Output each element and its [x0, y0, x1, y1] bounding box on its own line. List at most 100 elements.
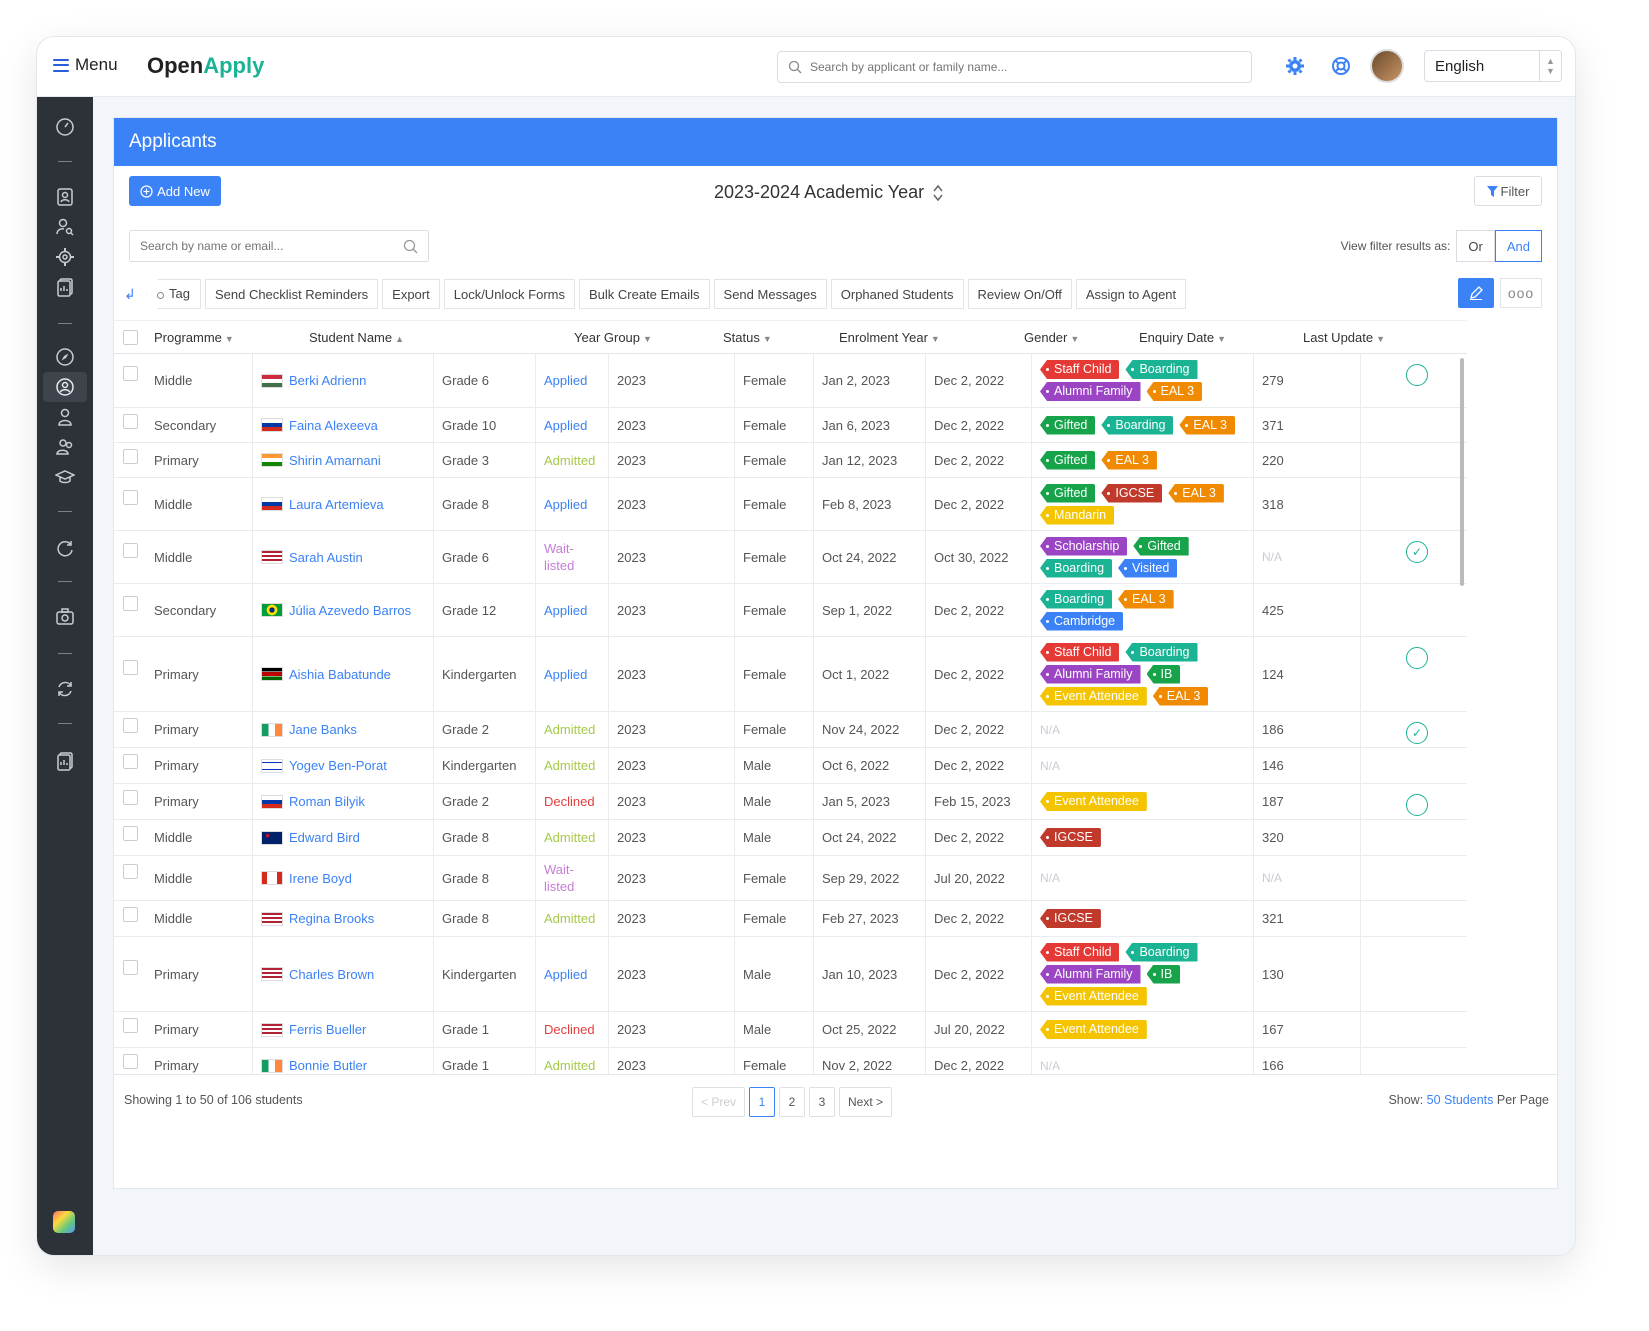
toolbar-button[interactable]: Lock/Unlock Forms: [443, 279, 575, 309]
row-checkbox[interactable]: [123, 1054, 138, 1069]
tag-badge[interactable]: Staff Child: [1040, 642, 1120, 662]
name-search-input[interactable]: [140, 239, 380, 253]
tag-badge[interactable]: Alumni Family: [1040, 664, 1141, 684]
student-name-link[interactable]: Shirin Amarnani: [261, 453, 381, 468]
empty-circle-icon[interactable]: [1406, 364, 1428, 386]
prev-page-button[interactable]: < Prev: [692, 1087, 746, 1117]
tag-badge[interactable]: Scholarship: [1040, 536, 1128, 556]
camera-icon[interactable]: [53, 605, 77, 629]
tag-badge[interactable]: Boarding: [1101, 415, 1174, 435]
menu-button[interactable]: Menu: [53, 55, 118, 75]
student-name-link[interactable]: Edward Bird: [261, 830, 360, 845]
global-search[interactable]: [777, 51, 1252, 83]
row-checkbox[interactable]: [123, 754, 138, 769]
tag-badge[interactable]: EAL 3: [1179, 415, 1235, 435]
view-and-button[interactable]: And: [1494, 230, 1542, 262]
filter-button[interactable]: Filter: [1474, 176, 1542, 206]
faria-logo-icon[interactable]: [53, 1211, 75, 1233]
student-name-link[interactable]: Laura Artemieva: [261, 497, 384, 512]
tag-badge[interactable]: Event Attendee: [1040, 1020, 1147, 1039]
tag-badge[interactable]: Boarding: [1125, 360, 1198, 379]
tag-badge[interactable]: Boarding: [1125, 642, 1198, 662]
help-icon[interactable]: [1329, 54, 1353, 78]
tag-badge[interactable]: IGCSE: [1040, 909, 1101, 928]
tag-badge[interactable]: EAL 3: [1101, 450, 1157, 470]
contacts-icon[interactable]: [53, 185, 77, 209]
table-row[interactable]: Middle Regina Brooks Grade 8 Admitted 2023 Fe…: [114, 901, 1467, 937]
toolbar-button[interactable]: Bulk Create Emails: [578, 279, 710, 309]
tag-badge[interactable]: Gifted: [1040, 483, 1096, 503]
add-new-button[interactable]: Add New: [129, 176, 221, 206]
gear-icon[interactable]: [1283, 54, 1307, 78]
tag-badge[interactable]: Visited: [1118, 558, 1178, 578]
column-header[interactable]: Last Update ▼: [1303, 330, 1385, 345]
applicants-icon[interactable]: [53, 375, 77, 399]
settings-icon[interactable]: [53, 245, 77, 269]
row-checkbox[interactable]: [123, 595, 138, 611]
next-page-button[interactable]: Next >: [839, 1087, 893, 1117]
view-or-button[interactable]: Or: [1456, 230, 1495, 262]
graduation-icon[interactable]: [53, 465, 77, 489]
empty-circle-icon[interactable]: [1406, 794, 1428, 816]
page-button[interactable]: 1: [749, 1087, 776, 1117]
language-select[interactable]: English ▲ ▼: [1424, 50, 1562, 82]
student-name-link[interactable]: Berki Adrienn: [261, 373, 366, 388]
row-checkbox[interactable]: [123, 790, 138, 805]
table-row[interactable]: Secondary Júlia Azevedo Barros Grade 12 App…: [114, 584, 1467, 637]
tag-button[interactable]: Tag: [146, 279, 201, 309]
check-circle-icon[interactable]: ✓: [1406, 722, 1428, 744]
tag-badge[interactable]: Event Attendee: [1040, 986, 1147, 1006]
table-row[interactable]: Primary Jane Banks Grade 2 Admitted 2023 Fema…: [114, 712, 1467, 748]
tag-badge[interactable]: Staff Child: [1040, 942, 1120, 962]
student-name-link[interactable]: Roman Bilyik: [261, 794, 365, 809]
student-name-link[interactable]: Jane Banks: [261, 722, 357, 737]
tag-badge[interactable]: Alumni Family: [1040, 964, 1141, 984]
name-search[interactable]: [129, 230, 429, 262]
reports-icon[interactable]: [53, 275, 77, 299]
tag-badge[interactable]: Mandarin: [1040, 505, 1115, 525]
tag-badge[interactable]: Event Attendee: [1040, 686, 1147, 706]
check-circle-icon[interactable]: ✓: [1406, 541, 1428, 563]
student-name-link[interactable]: Sarah Austin: [261, 550, 363, 565]
user-search-icon[interactable]: [53, 215, 77, 239]
student-name-link[interactable]: Regina Brooks: [261, 911, 374, 926]
student-name-link[interactable]: Yogev Ben-Porat: [261, 758, 387, 773]
compass-icon[interactable]: [53, 345, 77, 369]
table-row[interactable]: Primary Bonnie Butler Grade 1 Admitted 2023 F…: [114, 1048, 1467, 1074]
page-button[interactable]: 2: [779, 1087, 806, 1117]
column-header[interactable]: Year Group ▼: [574, 330, 652, 345]
tag-badge[interactable]: Boarding: [1040, 558, 1113, 578]
row-checkbox[interactable]: [123, 826, 138, 841]
group-icon[interactable]: [53, 435, 77, 459]
table-row[interactable]: Secondary Faina Alexeeva Grade 10 Applied 20…: [114, 408, 1467, 443]
dashboard-icon[interactable]: [53, 115, 77, 139]
tag-badge[interactable]: Event Attendee: [1040, 792, 1147, 811]
table-row[interactable]: Middle Irene Boyd Grade 8 Wait-listed 2023 Fe…: [114, 856, 1467, 901]
row-checkbox[interactable]: [123, 907, 138, 922]
table-row[interactable]: Primary Yogev Ben-Porat Kindergarten Admitt…: [114, 748, 1467, 784]
column-header[interactable]: Enrolment Year ▼: [839, 330, 940, 345]
tag-badge[interactable]: EAL 3: [1146, 382, 1203, 401]
toolbar-button[interactable]: Orphaned Students: [830, 279, 964, 309]
row-checkbox[interactable]: [123, 718, 138, 733]
tag-badge[interactable]: EAL 3: [1118, 589, 1174, 609]
tag-badge[interactable]: EAL 3: [1168, 483, 1224, 503]
global-search-input[interactable]: [810, 60, 1210, 74]
tag-badge[interactable]: IGCSE: [1040, 828, 1101, 847]
tag-badge[interactable]: Staff Child: [1040, 360, 1120, 379]
empty-circle-icon[interactable]: [1406, 647, 1428, 669]
avatar[interactable]: [1370, 49, 1404, 83]
table-row[interactable]: Primary Charles Brown Kindergarten Applied 2…: [114, 937, 1467, 1012]
vertical-scrollbar[interactable]: [1460, 358, 1464, 586]
column-header[interactable]: Programme ▼: [154, 330, 234, 345]
sync-icon[interactable]: [53, 677, 77, 701]
table-row[interactable]: Primary Aishia Babatunde Kindergarten Appli…: [114, 637, 1467, 712]
toolbar-button[interactable]: Assign to Agent: [1075, 279, 1187, 309]
select-all-checkbox[interactable]: [123, 330, 138, 345]
student-name-link[interactable]: Irene Boyd: [261, 871, 352, 886]
tag-badge[interactable]: Gifted: [1133, 536, 1189, 556]
column-header[interactable]: Status ▼: [723, 330, 772, 345]
row-checkbox[interactable]: [123, 542, 138, 558]
table-row[interactable]: Middle Berki Adrienn Grade 6 Applied 2023 Fem…: [114, 354, 1467, 408]
table-row[interactable]: Middle Laura Artemieva Grade 8 Applied 2023 F…: [114, 478, 1467, 531]
